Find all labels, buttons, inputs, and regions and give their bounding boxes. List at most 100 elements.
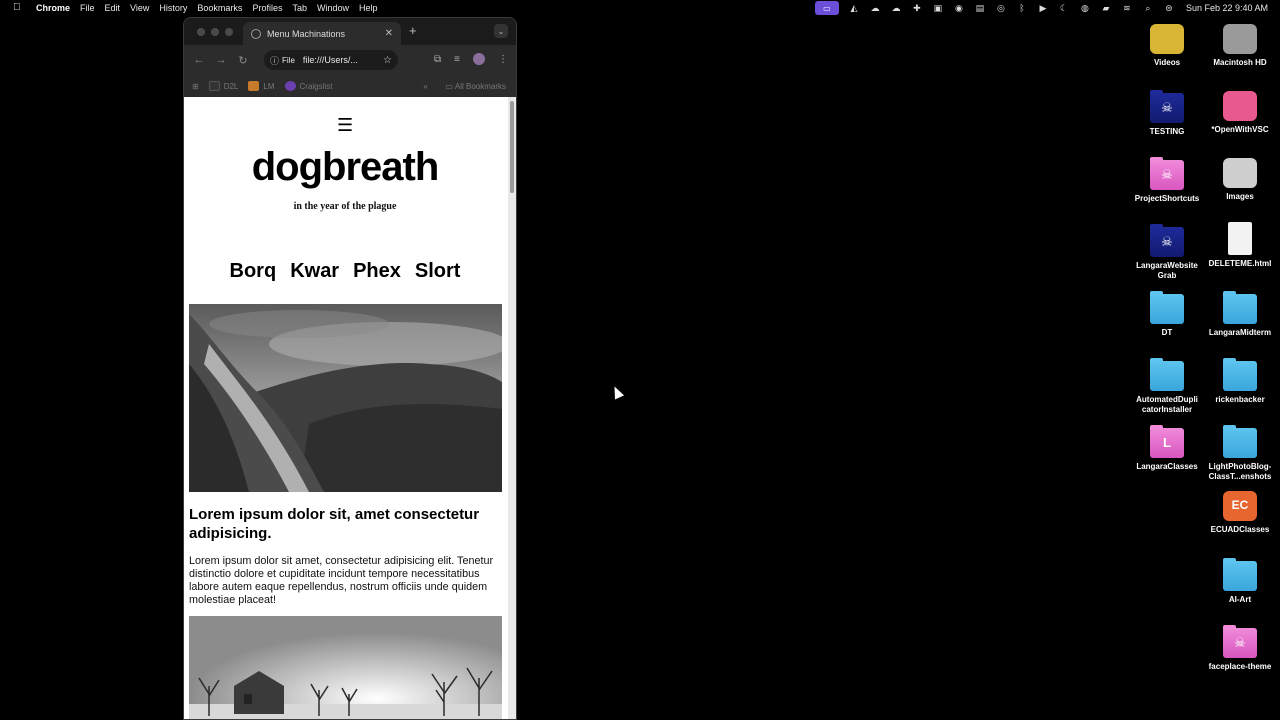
- bookmark-craigslist[interactable]: Craigslist: [284, 81, 332, 91]
- desktop-icon-testing[interactable]: ☠ TESTING: [1129, 90, 1205, 137]
- app-icon: [1223, 91, 1257, 121]
- bookmark-label: LM: [263, 81, 275, 91]
- desktop-icon-langaramidterm[interactable]: LangaraMidterm: [1202, 291, 1278, 338]
- circle-app-icon[interactable]: ◎: [995, 3, 1007, 13]
- browser-tab[interactable]: Menu Machinations ✕: [243, 22, 401, 45]
- menu-edit[interactable]: Edit: [105, 0, 121, 16]
- rocket-icon[interactable]: ◉: [953, 3, 965, 13]
- zoom-window-button[interactable]: [225, 28, 233, 36]
- menu-app-name[interactable]: Chrome: [36, 0, 70, 16]
- desktop-icon-images[interactable]: Images: [1202, 158, 1278, 202]
- more-menu-icon[interactable]: ⋮: [498, 54, 508, 65]
- desktop-icon-label: AI-Art: [1228, 595, 1252, 604]
- scrollbar-thumb[interactable]: [510, 101, 514, 193]
- desktop-icon-ecuadclasses[interactable]: EC ECUADClasses: [1202, 491, 1278, 535]
- nav-link-kwar[interactable]: Kwar: [290, 260, 339, 283]
- square-app-icon[interactable]: ▣: [932, 3, 944, 13]
- cloud-icon[interactable]: ☁: [869, 3, 881, 13]
- browser-toolbar: ← → ↻ ⓘ File file:///Users/... ☆ ⧉ ≡ ⋮: [184, 45, 516, 75]
- desktop-icon-label: LangaraMidterm: [1208, 328, 1272, 337]
- all-bookmarks-button[interactable]: ▭ All Bookmarks: [446, 82, 506, 91]
- window-controls: [197, 28, 233, 36]
- folder-icon: L: [1150, 425, 1184, 458]
- bookmark-star-icon[interactable]: ☆: [383, 55, 392, 66]
- search-icon[interactable]: ⌕: [1142, 3, 1154, 13]
- folder-icon: [1223, 425, 1257, 458]
- desktop-icon-openwithvsc[interactable]: *OpenWithVSC: [1202, 91, 1278, 135]
- play-icon[interactable]: ▶: [1037, 3, 1049, 13]
- reload-button[interactable]: ↻: [232, 54, 254, 67]
- folder-icon: [1150, 291, 1184, 324]
- wifi-icon[interactable]: ≋: [1121, 3, 1133, 13]
- desktop-icon-langaraclasses[interactable]: L LangaraClasses: [1129, 425, 1205, 472]
- hamburger-menu-icon[interactable]: ☰: [337, 115, 353, 136]
- menu-profiles[interactable]: Profiles: [252, 0, 282, 16]
- drive-icon: [1223, 24, 1257, 54]
- desktop-icon-deleteme-html[interactable]: DELETEME.html: [1202, 222, 1278, 269]
- battery-icon[interactable]: ▰: [1100, 3, 1112, 13]
- menu-help[interactable]: Help: [359, 0, 378, 16]
- menu-bookmarks[interactable]: Bookmarks: [197, 0, 242, 16]
- media-icon[interactable]: ≡: [454, 54, 460, 65]
- desktop-icon-label: Videos: [1153, 58, 1181, 67]
- extensions-icon[interactable]: ⧉: [434, 54, 441, 65]
- close-tab-icon[interactable]: ✕: [385, 28, 393, 39]
- desktop-icon-langarawebsitegrab[interactable]: ☠ LangaraWebsite Grab: [1129, 224, 1205, 281]
- bookmark-d2l[interactable]: D2L: [208, 81, 239, 91]
- bookmark-lm[interactable]: LM: [248, 81, 275, 91]
- desktop-icon-automatedduplicatorinstaller[interactable]: AutomatedDupli catorInstaller: [1129, 358, 1205, 415]
- control-center-icon[interactable]: ⊜: [1163, 3, 1175, 13]
- desktop-icon-ai-art[interactable]: AI-Art: [1202, 558, 1278, 605]
- user-icon[interactable]: ◍: [1079, 3, 1091, 13]
- profile-avatar[interactable]: [473, 53, 485, 65]
- cloud-sync-icon[interactable]: ☁: [890, 3, 902, 13]
- nav-link-phex[interactable]: Phex: [353, 260, 401, 283]
- farmhouse-photo: [189, 616, 502, 719]
- desktop-icon-faceplace-theme[interactable]: ☠ faceplace-theme: [1202, 625, 1278, 672]
- menu-history[interactable]: History: [159, 0, 187, 16]
- back-button[interactable]: ←: [188, 54, 210, 66]
- apple-icon[interactable]: : [13, 0, 27, 16]
- desktop-icon-macintosh-hd[interactable]: Macintosh HD: [1202, 24, 1278, 68]
- menu-window[interactable]: Window: [317, 0, 349, 16]
- bookmarks-right: » ▭ All Bookmarks: [423, 82, 506, 91]
- desktop-icon-projectshortcuts[interactable]: ☠ ProjectShortcuts: [1129, 157, 1205, 204]
- forward-button[interactable]: →: [210, 54, 232, 66]
- window-icon[interactable]: ▤: [974, 3, 986, 13]
- site-nav: Borq Kwar Phex Slort: [184, 260, 506, 283]
- new-tab-button[interactable]: +: [409, 23, 417, 38]
- desktop-icon-videos[interactable]: Videos: [1129, 24, 1205, 68]
- menu-view[interactable]: View: [130, 0, 149, 16]
- toolbar-actions: ⧉ ≡ ⋮: [434, 53, 508, 65]
- nav-link-borq[interactable]: Borq: [230, 260, 277, 283]
- desktop-icon-label: AutomatedDupli catorInstaller: [1136, 395, 1198, 414]
- desktop-icon-rickenbacker[interactable]: rickenbacker: [1202, 358, 1278, 405]
- screen-record-icon[interactable]: ▭: [814, 1, 839, 15]
- nav-link-slort[interactable]: Slort: [415, 260, 461, 283]
- desktop-icon-label: *OpenWithVSC: [1211, 125, 1269, 134]
- folder-icon: ☠: [1150, 157, 1184, 190]
- site-title: dogbreath: [251, 145, 440, 189]
- tab-search-icon[interactable]: ⌄: [494, 24, 508, 38]
- desktop-icon-label: LangaraClasses: [1136, 462, 1198, 471]
- bookmarks-overflow[interactable]: »: [423, 82, 427, 91]
- menu-clock[interactable]: Sun Feb 22 9:40 AM: [1186, 3, 1268, 13]
- a-status-icon[interactable]: ◭: [848, 3, 860, 13]
- desktop-icon-dt[interactable]: DT: [1129, 291, 1205, 338]
- address-bar[interactable]: ⓘ File file:///Users/... ☆: [264, 50, 398, 70]
- bookmark-label: D2L: [223, 81, 239, 91]
- globe-icon: [251, 28, 261, 39]
- puzzle-icon[interactable]: ✚: [911, 3, 923, 13]
- bluetooth-icon[interactable]: ᛒ: [1016, 3, 1028, 13]
- desktop-icon-lightphotoblog[interactable]: LightPhotoBlog-ClassT...enshots: [1202, 425, 1278, 482]
- menu-tab[interactable]: Tab: [292, 0, 307, 16]
- page-scrollbar[interactable]: [508, 97, 516, 719]
- apps-grid-icon[interactable]: ⊞: [192, 82, 199, 91]
- close-window-button[interactable]: [197, 28, 205, 36]
- app-icon: EC: [1223, 491, 1257, 521]
- url-text[interactable]: file:///Users/...: [303, 55, 383, 65]
- menu-file[interactable]: File: [80, 0, 95, 16]
- moon-icon[interactable]: ☾: [1058, 3, 1070, 13]
- minimize-window-button[interactable]: [211, 28, 219, 36]
- info-icon[interactable]: ⓘ: [270, 54, 279, 67]
